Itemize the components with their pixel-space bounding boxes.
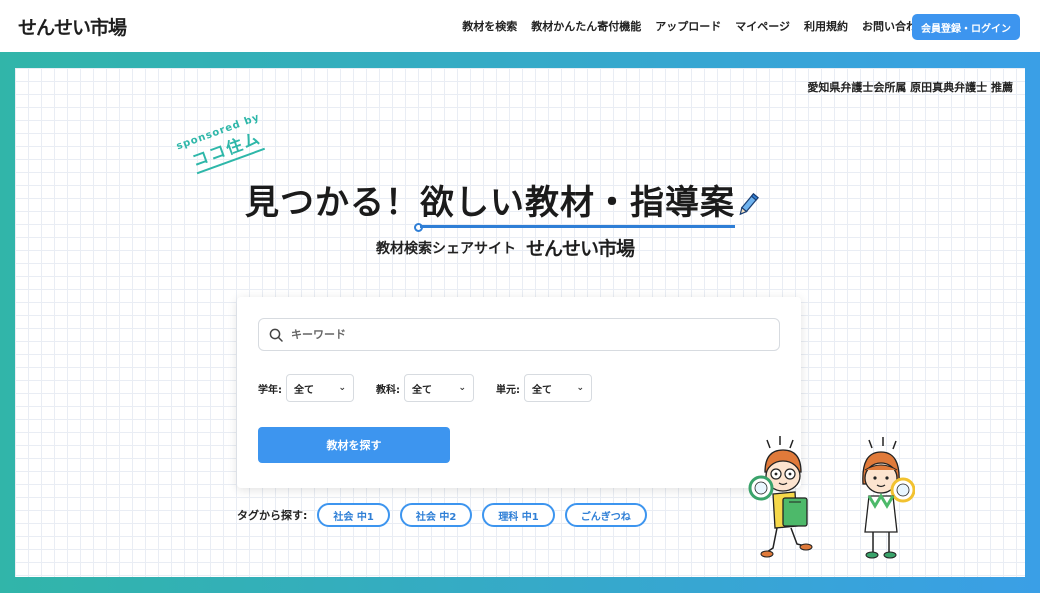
search-card: 学年: 全て ⌄ 教科: 全て ⌄ 単元: 全て ⌄ bbox=[237, 297, 801, 488]
main-nav: 教材を検索 教材かんたん寄付機能 アップロード マイページ 利用規約 お問い合わ… bbox=[462, 0, 928, 52]
search-icon bbox=[269, 328, 283, 342]
hero-subline: 教材検索シェアサイト せんせい市場 bbox=[376, 234, 635, 261]
keyword-input[interactable] bbox=[291, 328, 751, 341]
boy-figure bbox=[748, 436, 813, 558]
hero-headline: 見つかる！欲しい教材・指導案 bbox=[245, 175, 845, 232]
register-login-button[interactable]: 会員登録・ログイン bbox=[912, 14, 1020, 40]
subject-label: 教科: bbox=[376, 384, 400, 396]
lawyer-recommendation: 愛知県弁護士会所属 原田真典弁護士 推薦 bbox=[807, 81, 1013, 94]
subline-text: 教材検索シェアサイト bbox=[376, 240, 516, 257]
grade-value: 全て bbox=[294, 384, 314, 396]
headline-prefix: 見つかる！ bbox=[245, 183, 420, 223]
unit-select[interactable]: 全て ⌄ bbox=[524, 374, 592, 402]
tag-gongitsune[interactable]: ごんぎつね bbox=[564, 503, 647, 527]
tag-social-jh1[interactable]: 社会 中1 bbox=[317, 503, 390, 527]
unit-label: 単元: bbox=[496, 384, 520, 396]
site-logo[interactable]: せんせい市場 bbox=[18, 13, 127, 40]
logo-text: せんせい市場 bbox=[18, 17, 127, 39]
kids-illustration bbox=[748, 436, 915, 559]
search-materials-button[interactable]: 教材を探す bbox=[258, 427, 450, 463]
headline-highlight-text: 欲しい教材・指導案 bbox=[420, 183, 735, 223]
nav-mypage[interactable]: マイページ bbox=[735, 18, 790, 34]
grade-label: 学年: bbox=[258, 384, 282, 396]
girl-figure bbox=[862, 437, 915, 559]
subline-brand-logo: せんせい市場 bbox=[526, 238, 635, 260]
grade-select[interactable]: 全て ⌄ bbox=[286, 374, 354, 402]
tag-science-jh1[interactable]: 理科 中1 bbox=[482, 503, 555, 527]
filter-row: 学年: 全て ⌄ 教科: 全て ⌄ 単元: 全て ⌄ bbox=[258, 374, 614, 402]
nav-terms[interactable]: 利用規約 bbox=[804, 18, 848, 34]
subject-select[interactable]: 全て ⌄ bbox=[404, 374, 474, 402]
pencil-icon bbox=[739, 192, 759, 215]
sponsor-badge[interactable]: sponsored by ココ住ム bbox=[175, 112, 271, 178]
nav-search-materials[interactable]: 教材を検索 bbox=[462, 18, 517, 34]
subject-filter: 教科: 全て ⌄ bbox=[376, 374, 474, 402]
tag-social-jh2[interactable]: 社会 中2 bbox=[399, 503, 473, 527]
subject-value: 全て bbox=[412, 384, 432, 396]
grade-filter: 学年: 全て ⌄ bbox=[258, 374, 354, 402]
nav-upload[interactable]: アップロード bbox=[655, 18, 721, 34]
hero-section: 愛知県弁護士会所属 原田真典弁護士 推薦 sponsored by ココ住ム 見… bbox=[15, 68, 1025, 577]
headline-highlight: 欲しい教材・指導案 bbox=[414, 175, 735, 232]
nav-donation-feature[interactable]: 教材かんたん寄付機能 bbox=[531, 18, 641, 34]
site-header: せんせい市場 教材を検索 教材かんたん寄付機能 アップロード マイページ 利用規… bbox=[0, 0, 1040, 52]
chevron-down-icon: ⌄ bbox=[458, 383, 466, 393]
keyword-search-box[interactable] bbox=[258, 318, 780, 351]
tag-row: タグから探す: 社会 中1 社会 中2 理科 中1 ごんぎつね bbox=[237, 503, 657, 527]
tags-label: タグから探す: bbox=[237, 509, 308, 522]
underline-dot bbox=[414, 223, 423, 232]
unit-value: 全て bbox=[532, 384, 552, 396]
chevron-down-icon: ⌄ bbox=[576, 383, 584, 393]
unit-filter: 単元: 全て ⌄ bbox=[496, 374, 592, 402]
chevron-down-icon: ⌄ bbox=[338, 383, 346, 393]
